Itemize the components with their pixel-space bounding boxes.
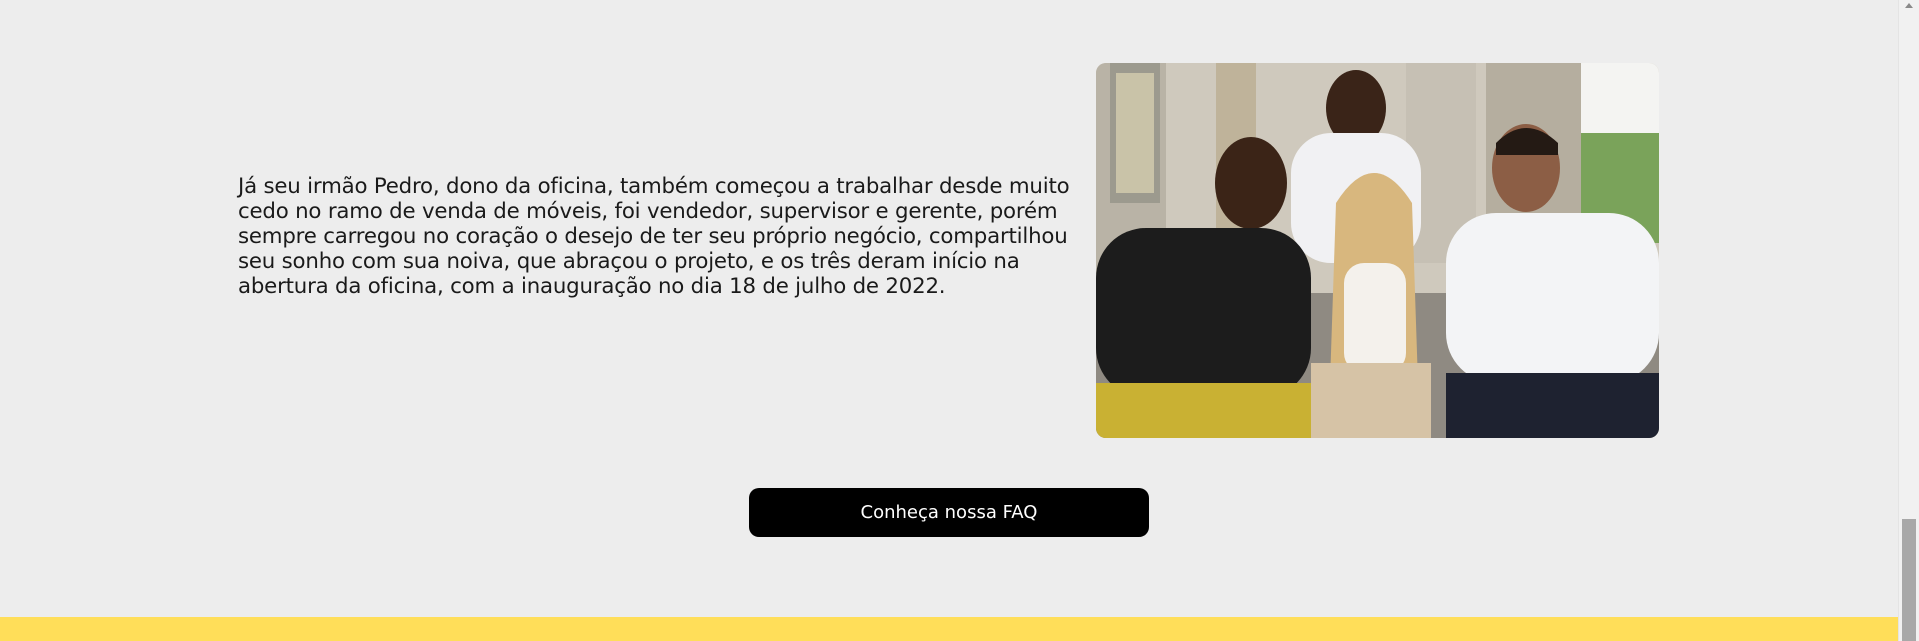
team-photo — [1096, 63, 1659, 438]
faq-button[interactable]: Conheça nossa FAQ — [749, 488, 1149, 537]
story-paragraph: Já seu irmão Pedro, dono da oficina, tam… — [238, 174, 1070, 299]
scroll-up-arrow-icon[interactable] — [1905, 3, 1913, 8]
team-photo-illustration — [1096, 63, 1659, 438]
scrollbar-thumb[interactable] — [1902, 519, 1916, 641]
page: Já seu irmão Pedro, dono da oficina, tam… — [0, 0, 1919, 641]
footer-band — [0, 617, 1898, 641]
vertical-scrollbar[interactable] — [1898, 0, 1919, 641]
